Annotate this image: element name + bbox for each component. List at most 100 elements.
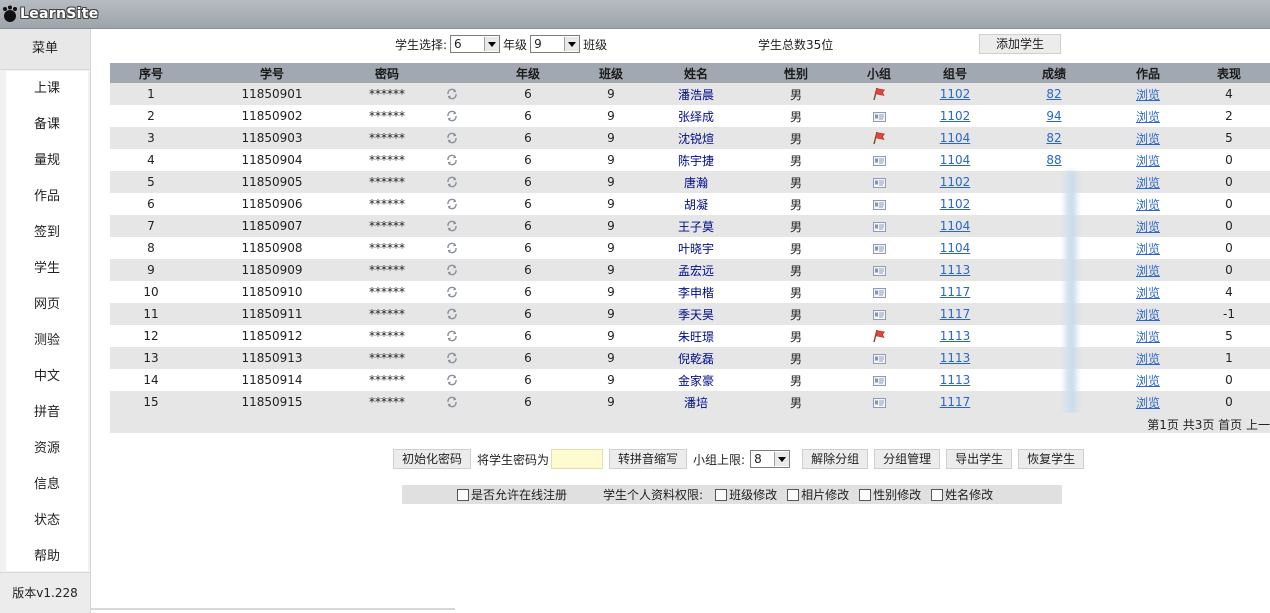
group-link[interactable]: 1102 (940, 109, 971, 123)
reset-password-icon[interactable] (445, 329, 459, 343)
reset-password-icon[interactable] (445, 153, 459, 167)
score-link[interactable]: 82 (1046, 87, 1061, 101)
browse-works-link[interactable]: 浏览 (1136, 308, 1160, 322)
group-link[interactable]: 1113 (940, 263, 971, 277)
reset-password-icon[interactable] (445, 219, 459, 233)
row-name[interactable]: 王子莫 (648, 215, 744, 237)
row-name[interactable]: 叶晓宇 (648, 237, 744, 259)
card-icon[interactable] (872, 309, 886, 320)
sidebar-item-works[interactable]: 作品 (6, 179, 88, 215)
grade-select[interactable]: 6 (450, 35, 501, 53)
browse-works-link[interactable]: 浏览 (1136, 176, 1160, 190)
browse-works-link[interactable]: 浏览 (1136, 352, 1160, 366)
sidebar-item-pinyin[interactable]: 拼音 (6, 395, 88, 431)
sidebar-item-prepare[interactable]: 备课 (6, 107, 88, 143)
card-icon[interactable] (872, 397, 886, 408)
class-select[interactable]: 9 (530, 35, 581, 53)
name-edit-checkbox[interactable] (931, 488, 944, 501)
add-student-button[interactable]: 添加学生 (979, 34, 1061, 54)
reset-password-icon[interactable] (445, 175, 459, 189)
browse-works-link[interactable]: 浏览 (1136, 198, 1160, 212)
reset-password-icon[interactable] (445, 351, 459, 365)
row-name[interactable]: 季天昊 (648, 303, 744, 325)
sidebar-item-students[interactable]: 学生 (6, 251, 88, 287)
reset-password-icon[interactable] (445, 109, 459, 123)
group-link[interactable]: 1113 (940, 329, 971, 343)
group-link[interactable]: 1104 (940, 153, 971, 167)
reset-password-icon[interactable] (445, 395, 459, 409)
group-link[interactable]: 1102 (940, 175, 971, 189)
browse-works-link[interactable]: 浏览 (1136, 132, 1160, 146)
init-password-button[interactable]: 初始化密码 (393, 449, 472, 469)
chevron-down-icon[interactable] (564, 37, 580, 51)
browse-works-link[interactable]: 浏览 (1136, 374, 1160, 388)
sex-edit-checkbox[interactable] (859, 488, 872, 501)
row-name[interactable]: 朱旺璟 (648, 325, 744, 347)
export-students-button[interactable]: 导出学生 (946, 449, 1013, 469)
card-icon[interactable] (872, 155, 886, 166)
reset-password-icon[interactable] (445, 131, 459, 145)
card-icon[interactable] (872, 221, 886, 232)
browse-works-link[interactable]: 浏览 (1136, 396, 1160, 410)
score-link[interactable]: 82 (1046, 131, 1061, 145)
card-icon[interactable] (872, 353, 886, 364)
row-name[interactable]: 金家豪 (648, 369, 744, 391)
group-link[interactable]: 1117 (940, 395, 971, 409)
photo-edit-checkbox[interactable] (787, 488, 800, 501)
browse-works-link[interactable]: 浏览 (1136, 286, 1160, 300)
row-name[interactable]: 陈宇捷 (648, 149, 744, 171)
group-link[interactable]: 1117 (940, 285, 971, 299)
score-link[interactable]: 94 (1046, 109, 1061, 123)
group-link[interactable]: 1102 (940, 87, 971, 101)
group-link[interactable]: 1113 (940, 373, 971, 387)
sidebar-item-status[interactable]: 状态 (6, 503, 88, 539)
group-link[interactable]: 1102 (940, 197, 971, 211)
group-link[interactable]: 1104 (940, 219, 971, 233)
sidebar-item-class[interactable]: 上课 (6, 71, 88, 107)
pagination[interactable]: 第1页 共3页 首页 上一 (1147, 416, 1270, 433)
sidebar-item-webpage[interactable]: 网页 (6, 287, 88, 323)
group-link[interactable]: 1104 (940, 241, 971, 255)
group-manage-button[interactable]: 分组管理 (874, 449, 941, 469)
restore-students-button[interactable]: 恢复学生 (1018, 449, 1085, 469)
browse-works-link[interactable]: 浏览 (1136, 154, 1160, 168)
reset-password-icon[interactable] (445, 87, 459, 101)
row-name[interactable]: 孟宏远 (648, 259, 744, 281)
sidebar-item-rubric[interactable]: 量规 (6, 143, 88, 179)
reset-password-icon[interactable] (445, 241, 459, 255)
flag-icon[interactable] (872, 329, 886, 343)
flag-icon[interactable] (872, 87, 886, 101)
sidebar-item-help[interactable]: 帮助 (6, 539, 88, 575)
sidebar-item-info[interactable]: 信息 (6, 467, 88, 503)
flag-icon[interactable] (872, 131, 886, 145)
row-name[interactable]: 李申楷 (648, 281, 744, 303)
card-icon[interactable] (872, 265, 886, 276)
reset-password-icon[interactable] (445, 307, 459, 321)
row-name[interactable]: 张绎成 (648, 105, 744, 127)
row-name[interactable]: 沈锐煊 (648, 127, 744, 149)
card-icon[interactable] (872, 243, 886, 254)
browse-works-link[interactable]: 浏览 (1136, 220, 1160, 234)
browse-works-link[interactable]: 浏览 (1136, 264, 1160, 278)
card-icon[interactable] (872, 375, 886, 386)
password-input[interactable] (551, 449, 604, 469)
reset-password-icon[interactable] (445, 285, 459, 299)
row-name[interactable]: 潘浩晨 (648, 83, 744, 105)
group-limit-select[interactable]: 8 (750, 450, 791, 468)
card-icon[interactable] (872, 111, 886, 122)
card-icon[interactable] (872, 287, 886, 298)
reset-password-icon[interactable] (445, 197, 459, 211)
ungroup-button[interactable]: 解除分组 (802, 449, 869, 469)
card-icon[interactable] (872, 177, 886, 188)
row-name[interactable]: 唐瀚 (648, 171, 744, 193)
reset-password-icon[interactable] (445, 263, 459, 277)
group-link[interactable]: 1113 (940, 351, 971, 365)
sidebar-item-quiz[interactable]: 测验 (6, 323, 88, 359)
score-link[interactable]: 88 (1046, 153, 1061, 167)
chevron-down-icon[interactable] (774, 452, 790, 466)
row-name[interactable]: 胡凝 (648, 193, 744, 215)
pinyin-abbr-button[interactable]: 转拼音缩写 (609, 449, 688, 469)
sidebar-item-resources[interactable]: 资源 (6, 431, 88, 467)
sidebar-item-signin[interactable]: 签到 (6, 215, 88, 251)
browse-works-link[interactable]: 浏览 (1136, 330, 1160, 344)
